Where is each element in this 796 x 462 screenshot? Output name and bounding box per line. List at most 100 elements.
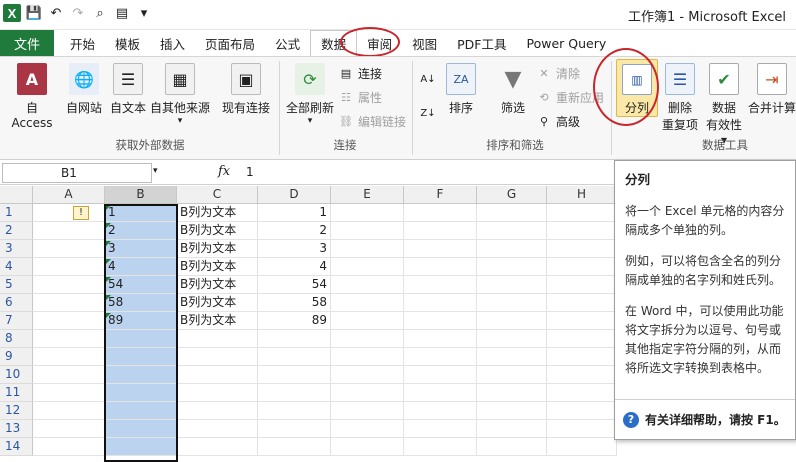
cell-f5[interactable] [404, 276, 477, 294]
cell-h7[interactable] [547, 312, 617, 330]
cell-e11[interactable] [331, 384, 404, 402]
column-header-f[interactable]: F [404, 186, 477, 204]
cell-g9[interactable] [477, 348, 547, 366]
tab-view[interactable]: 视图 [402, 30, 447, 56]
cell-e1[interactable] [331, 204, 404, 222]
row-header[interactable]: 12 [0, 402, 33, 420]
column-header-a[interactable]: A [33, 186, 105, 204]
row-header[interactable]: 1 [0, 204, 33, 222]
cell-c8[interactable] [177, 330, 258, 348]
column-header-d[interactable]: D [258, 186, 331, 204]
cell-c2[interactable]: B列为文本 [177, 222, 258, 240]
cell-a2[interactable] [33, 222, 105, 240]
cell-h14[interactable] [547, 438, 617, 456]
tab-file[interactable]: 文件 [0, 30, 54, 56]
consolidate-button[interactable]: ⇥ 合并计算 [748, 63, 796, 116]
cell-h4[interactable] [547, 258, 617, 276]
customize-qat-icon[interactable]: ▾ [135, 4, 153, 22]
row-header[interactable]: 8 [0, 330, 33, 348]
name-box[interactable]: B1 [2, 163, 152, 183]
clear-button[interactable]: ✕ 清除 [536, 65, 580, 82]
sort-za-button[interactable]: Z↓ [420, 105, 436, 121]
cell-h12[interactable] [547, 402, 617, 420]
cell-a10[interactable] [33, 366, 105, 384]
cell-f12[interactable] [404, 402, 477, 420]
cell-f10[interactable] [404, 366, 477, 384]
row-header[interactable]: 13 [0, 420, 33, 438]
cell-c4[interactable]: B列为文本 [177, 258, 258, 276]
cell-a3[interactable] [33, 240, 105, 258]
redo-icon[interactable]: ↷ [69, 4, 87, 22]
row-header[interactable]: 5 [0, 276, 33, 294]
row-header[interactable]: 9 [0, 348, 33, 366]
save-icon[interactable]: 💾 [25, 4, 43, 22]
cell-g12[interactable] [477, 402, 547, 420]
cell-f6[interactable] [404, 294, 477, 312]
cell-c11[interactable] [177, 384, 258, 402]
row-header[interactable]: 6 [0, 294, 33, 312]
cell-a12[interactable] [33, 402, 105, 420]
column-header-g[interactable]: G [477, 186, 547, 204]
existing-connections-button[interactable]: ▣ 现有连接 [218, 63, 274, 116]
cell-e2[interactable] [331, 222, 404, 240]
window-icon[interactable]: ▤ [113, 4, 131, 22]
select-all-corner[interactable] [0, 186, 33, 204]
row-header[interactable]: 14 [0, 438, 33, 456]
cell-d4[interactable]: 4 [258, 258, 331, 276]
cell-c7[interactable]: B列为文本 [177, 312, 258, 330]
cell-a7[interactable] [33, 312, 105, 330]
tab-home[interactable]: 开始 [54, 30, 105, 56]
cell-a6[interactable] [33, 294, 105, 312]
cell-h13[interactable] [547, 420, 617, 438]
cell-e3[interactable] [331, 240, 404, 258]
cell-g6[interactable] [477, 294, 547, 312]
column-header-c[interactable]: C [177, 186, 258, 204]
cell-a11[interactable] [33, 384, 105, 402]
column-header-h[interactable]: H [547, 186, 617, 204]
cell-d5[interactable]: 54 [258, 276, 331, 294]
cell-d8[interactable] [258, 330, 331, 348]
undo-icon[interactable]: ↶ [47, 4, 65, 22]
cell-d14[interactable] [258, 438, 331, 456]
tab-templates[interactable]: 模板 [105, 30, 150, 56]
column-header-e[interactable]: E [331, 186, 404, 204]
cell-h9[interactable] [547, 348, 617, 366]
row-header[interactable]: 11 [0, 384, 33, 402]
tab-insert[interactable]: 插入 [150, 30, 195, 56]
tab-pdf-tools[interactable]: PDF工具 [447, 30, 516, 56]
cell-g7[interactable] [477, 312, 547, 330]
cell-c12[interactable] [177, 402, 258, 420]
cell-g14[interactable] [477, 438, 547, 456]
refresh-all-button[interactable]: ⟳ 全部刷新 ▾ [284, 63, 336, 126]
cell-e14[interactable] [331, 438, 404, 456]
cell-c9[interactable] [177, 348, 258, 366]
row-header[interactable]: 4 [0, 258, 33, 276]
cell-h8[interactable] [547, 330, 617, 348]
cell-g10[interactable] [477, 366, 547, 384]
insert-function-icon[interactable]: fx [218, 164, 230, 179]
cell-a8[interactable] [33, 330, 105, 348]
name-box-dropdown-icon[interactable]: ▾ [153, 166, 158, 176]
cell-d7[interactable]: 89 [258, 312, 331, 330]
cell-g2[interactable] [477, 222, 547, 240]
cell-g1[interactable] [477, 204, 547, 222]
row-header[interactable]: 2 [0, 222, 33, 240]
cell-c3[interactable]: B列为文本 [177, 240, 258, 258]
cell-g8[interactable] [477, 330, 547, 348]
cell-c13[interactable] [177, 420, 258, 438]
from-other-sources-button[interactable]: ▦ 自其他来源 ▾ [148, 63, 212, 126]
cell-g11[interactable] [477, 384, 547, 402]
cell-g3[interactable] [477, 240, 547, 258]
cell-e9[interactable] [331, 348, 404, 366]
cell-g5[interactable] [477, 276, 547, 294]
cell-c14[interactable] [177, 438, 258, 456]
filter-button[interactable]: ▼ 筛选 [494, 63, 532, 116]
cell-e4[interactable] [331, 258, 404, 276]
cell-h3[interactable] [547, 240, 617, 258]
cell-a4[interactable] [33, 258, 105, 276]
cell-a1[interactable] [33, 204, 105, 222]
tab-power-query[interactable]: Power Query [516, 30, 616, 56]
cell-f13[interactable] [404, 420, 477, 438]
cell-f9[interactable] [404, 348, 477, 366]
cell-d10[interactable] [258, 366, 331, 384]
